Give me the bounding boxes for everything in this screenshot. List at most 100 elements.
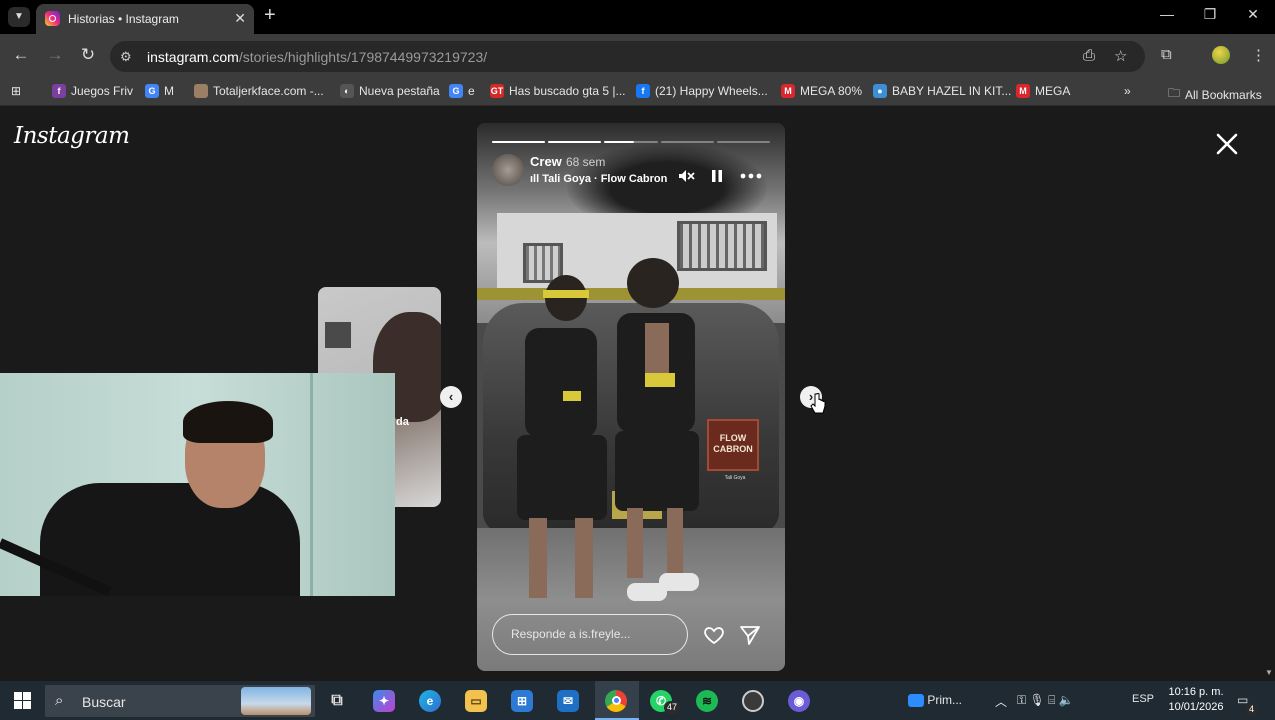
chrome-icon[interactable] [605,690,627,712]
whatsapp-badge: 47 [664,701,681,714]
url-host: instagram.com [147,49,239,65]
story-progress-fill [604,141,634,143]
minimize-button[interactable]: — [1152,6,1182,22]
profile-avatar[interactable] [1212,46,1230,64]
browser-toolbar: ← → ↻ ⚙ instagram.com/stories/highlights… [0,34,1275,78]
photo-leg [627,508,643,578]
bookmark-item[interactable]: GT Has buscado gta 5 |... [490,84,626,98]
system-tray-icons[interactable]: ⚿ 🎙 ⌸ 🔈 [1017,693,1074,708]
install-app-icon[interactable]: ⎙ [1083,47,1095,64]
close-window-button[interactable]: ✕ [1238,6,1268,23]
bookmark-item[interactable]: M MEGA [1016,84,1070,98]
avatar[interactable] [492,154,524,186]
thumbnail-logo [325,322,351,348]
reload-button[interactable]: ↻ [76,45,100,65]
bookmark-favicon-icon: G [449,84,463,98]
tab-title: Historias • Instagram [68,12,179,26]
bookmark-favicon-icon: ◐ [340,84,354,98]
story-viewer[interactable]: FLOW CABRON Tali Goya Crew 68 sem ıll Ta… [477,123,785,671]
extensions-icon[interactable]: ⧉ [1161,46,1172,63]
sticker-title: FLOW CABRON [713,433,753,454]
zoom-meeting-tray[interactable]: Prim... [908,693,962,708]
bookmark-favicon-icon: GT [490,84,504,98]
search-placeholder: Buscar [82,694,126,710]
story-music[interactable]: ıll Tali Goya · Flow Cabron [530,173,667,185]
url-text[interactable]: instagram.com/stories/highlights/1798744… [147,49,487,65]
story-time: 68 sem [566,155,606,169]
story-progress-segment [492,141,546,143]
previous-story-chevron-left-icon[interactable]: ‹ [440,386,462,408]
instagram-logo[interactable]: Instagram [14,123,130,149]
bookmark-item[interactable]: Ge [449,84,475,98]
site-info-icon[interactable]: ⚙ [120,49,132,65]
bookmark-label: MEGA [1035,84,1071,98]
bookmark-favicon-icon: f [636,84,650,98]
task-view-icon[interactable]: ⧉ [326,690,348,712]
webcam-person-hair [183,401,273,443]
mouse-cursor-icon [810,393,826,414]
taskbar-search-box[interactable]: ⌕ Buscar [45,685,315,717]
story-progress-segment [716,141,770,143]
restore-button[interactable]: ❐ [1195,6,1225,23]
share-send-icon[interactable] [738,623,762,647]
music-sticker[interactable]: FLOW CABRON [707,419,759,471]
volume-icon: 🔈 [1058,693,1074,707]
webcam-door-edge [310,373,313,596]
bookmark-item[interactable]: f Juegos Friv [52,84,133,98]
photo-belt [645,373,675,387]
bookmark-label: Totaljerkface.com -... [213,84,324,98]
input-language[interactable]: ESP [1132,693,1154,705]
outlook-icon[interactable]: ✉ [557,690,579,712]
microsoft-store-icon[interactable]: ⊞ [511,690,533,712]
story-username[interactable]: Crew [530,154,562,169]
more-bookmarks-icon[interactable]: » [1124,84,1131,98]
tab-search-button[interactable]: ▼ [8,7,30,27]
edge-icon[interactable]: e [419,690,441,712]
bookmarks-bar: ⊞ f Juegos Friv G M Totaljerkface.com -... ◐ N… [0,78,1275,106]
spotify-icon[interactable]: ≋ [696,690,718,712]
more-options-icon[interactable] [740,173,762,179]
discord-icon[interactable]: ◉ [788,690,810,712]
photo-leg [529,518,547,598]
forward-button[interactable]: → [43,45,67,65]
story-progress-segment [660,141,714,143]
like-heart-icon[interactable] [702,623,726,647]
mute-icon[interactable] [677,167,695,185]
bookmark-item[interactable]: Totaljerkface.com -... [194,84,324,98]
scrollbar-down-arrow-icon[interactable]: ▼ [1265,668,1273,677]
bookmark-item[interactable]: M MEGA 80% [781,84,862,98]
bookmark-label: e [468,84,475,98]
photo-window [677,221,767,271]
copilot-icon[interactable]: ✦ [373,690,395,712]
bookmark-label: Juegos Friv [71,84,134,98]
bookmark-favicon-icon: G [145,84,159,98]
bookmark-item[interactable]: ● BABY HAZEL IN KIT... [873,84,1011,98]
taskbar-clock[interactable]: 10:16 p. m. 10/01/2026 [1162,685,1230,715]
chrome-menu-icon[interactable]: ⋮ [1251,46,1266,64]
address-bar[interactable]: ⚙ instagram.com/stories/highlights/17987… [110,41,1145,72]
webcam-overlay [0,373,395,596]
back-button[interactable]: ← [9,45,33,65]
windows-start-button[interactable] [14,692,31,709]
windows-taskbar: ⌕ Buscar ⧉ ✦ e ▭ ⊞ ✉ ✆ 47 ≋ ◉ Prim... ︿ … [0,681,1275,720]
reply-placeholder: Responde a is.freyle... [511,627,631,641]
all-bookmarks-button[interactable]: 🗀 All Bookmarks [1168,84,1262,105]
file-explorer-icon[interactable]: ▭ [465,690,487,712]
tray-overflow-icon[interactable]: ︿ [995,693,1007,710]
new-tab-button[interactable]: + [264,4,276,27]
tab-instagram[interactable]: Historias • Instagram ✕ [36,4,254,34]
reply-input[interactable]: Responde a is.freyle... [492,614,688,655]
apps-grid-icon[interactable]: ⊞ [11,84,21,98]
bookmark-star-icon[interactable]: ☆ [1114,47,1127,65]
tab-close-icon[interactable]: ✕ [234,10,246,27]
story-progress-fill [548,141,602,143]
bookmark-item[interactable]: f (21) Happy Wheels... [636,84,768,98]
music-label: Tali Goya · Flow Cabron [542,173,668,185]
obs-icon[interactable] [742,690,764,712]
pause-icon[interactable] [709,168,725,184]
bookmark-item[interactable]: GM [145,84,174,98]
close-stories-icon[interactable] [1212,129,1242,159]
story-progress-segment [604,141,658,143]
bookmark-item[interactable]: ◐ Nueva pestaña [340,84,440,98]
bookmark-favicon-icon [194,84,208,98]
